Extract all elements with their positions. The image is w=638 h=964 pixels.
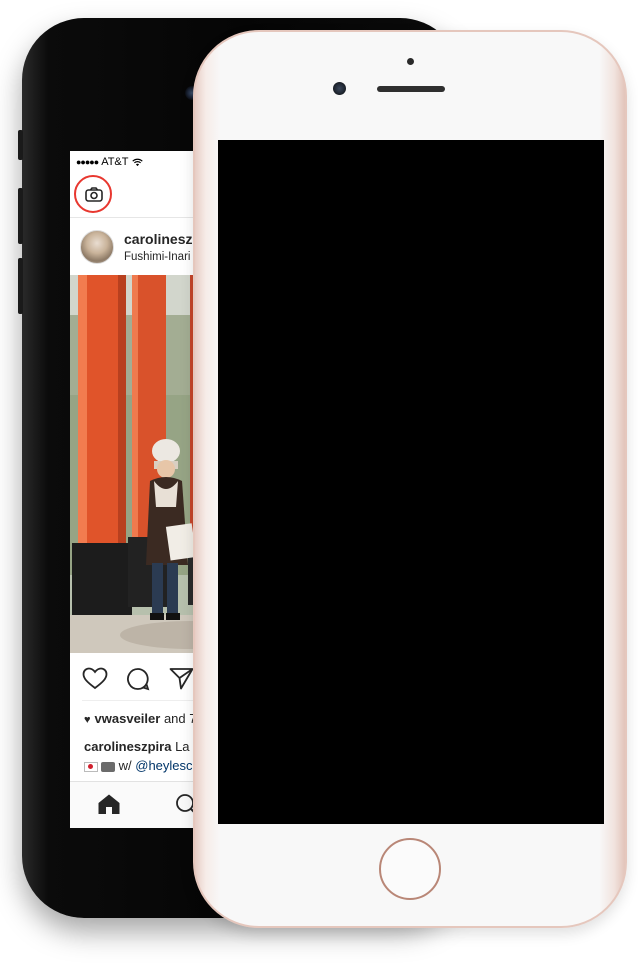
- share-icon[interactable]: [169, 667, 194, 690]
- japan-flag-emoji-icon: [84, 761, 98, 772]
- volume-up-button: [18, 188, 23, 244]
- caption-user[interactable]: carolineszpira: [84, 739, 171, 754]
- likes-heart-icon: ♥: [84, 714, 91, 726]
- caption: carolineszpira La p w/ @heylesc: [84, 737, 200, 775]
- camera-icon[interactable]: [85, 187, 103, 202]
- caption-mention[interactable]: @heylesc: [135, 758, 192, 773]
- avatar[interactable]: [80, 230, 114, 264]
- proximity-sensor: [407, 58, 414, 65]
- carrier-label: AT&T: [101, 156, 129, 168]
- front-camera-lens: [333, 82, 346, 95]
- likes-user[interactable]: vwasveiler: [95, 711, 161, 726]
- earpiece-speaker: [377, 86, 445, 92]
- wifi-icon: [132, 158, 144, 166]
- comment-icon[interactable]: [126, 667, 150, 691]
- heart-icon[interactable]: [82, 667, 108, 690]
- mute-switch: [18, 130, 23, 160]
- likes-line: ♥ vwasveiler and 7: [84, 711, 196, 726]
- home-icon[interactable]: [97, 793, 121, 815]
- home-button[interactable]: [379, 838, 441, 900]
- post-location[interactable]: Fushimi-Inari T: [124, 251, 200, 263]
- front-phone-screen: [218, 140, 604, 824]
- front-phone: [193, 30, 627, 928]
- likes-suffix: and 7: [163, 711, 197, 726]
- volume-down-button: [18, 258, 23, 314]
- caption-prefix: w/: [118, 758, 132, 773]
- camera-button-highlight[interactable]: [74, 175, 112, 213]
- camera-emoji-icon: [101, 761, 115, 772]
- signal-strength: ●●●●●: [76, 157, 99, 167]
